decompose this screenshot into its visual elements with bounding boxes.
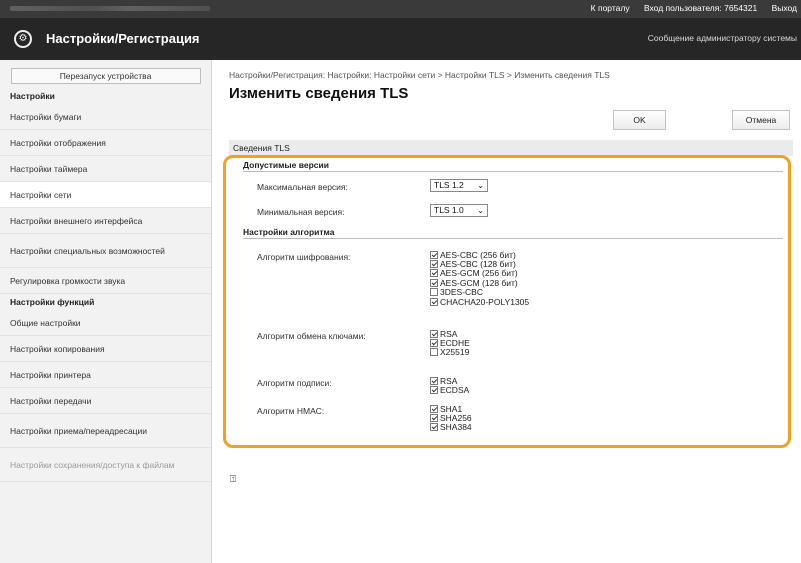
- sidebar-section-functions: Настройки функций: [10, 297, 95, 307]
- back-to-top-icon[interactable]: ⍐: [230, 474, 236, 485]
- versions-divider: [243, 171, 783, 172]
- chevron-down-icon: ⌄: [477, 206, 484, 215]
- checkbox[interactable]: [430, 288, 438, 297]
- logout-link[interactable]: Выход: [772, 3, 797, 13]
- max-version-label: Максимальная версия:: [257, 182, 348, 192]
- cancel-button[interactable]: Отмена: [732, 110, 790, 130]
- kex-label: Алгоритм обмена ключами:: [257, 331, 366, 341]
- kex-list: RSA ECDHE X25519: [430, 329, 470, 357]
- login-user-text: Вход пользователя: 7654321: [643, 3, 758, 13]
- page-title: Изменить сведения TLS: [229, 85, 409, 102]
- sidebar-item-store-access[interactable]: Настройки сохранения/доступа к файлам: [0, 448, 211, 482]
- min-version-value: TLS 1.0: [434, 205, 464, 215]
- max-version-select[interactable]: TLS 1.2 ⌄: [430, 179, 488, 192]
- cipher-option[interactable]: AES-CBC (256 бит): [430, 250, 529, 260]
- cipher-label: Алгоритм шифрования:: [257, 252, 351, 262]
- hmac-option[interactable]: SHA1: [430, 404, 472, 414]
- kex-option[interactable]: ECDHE: [430, 338, 470, 348]
- checkbox[interactable]: [430, 329, 438, 338]
- cipher-option[interactable]: AES-GCM (256 бит): [430, 268, 529, 278]
- min-version-select[interactable]: TLS 1.0 ⌄: [430, 204, 488, 217]
- title-bar: ⚙ Настройки/Регистрация Сообщение админи…: [0, 18, 801, 60]
- sig-list: RSA ECDSA: [430, 376, 469, 395]
- checkbox[interactable]: [430, 386, 438, 395]
- chevron-down-icon: ⌄: [477, 181, 484, 190]
- cipher-option[interactable]: AES-CBC (128 бит): [430, 259, 529, 269]
- breadcrumb: Настройки/Регистрация: Настройки: Настро…: [229, 70, 610, 80]
- sidebar-item-paper[interactable]: Настройки бумаги: [0, 104, 211, 130]
- kex-option-label: X25519: [440, 347, 470, 358]
- hmac-option-label: SHA384: [440, 422, 472, 433]
- sig-option[interactable]: ECDSA: [430, 385, 470, 396]
- sidebar-item-display[interactable]: Настройки отображения: [0, 130, 211, 156]
- checkbox[interactable]: [430, 348, 438, 357]
- cipher-option[interactable]: 3DES-CBC: [430, 287, 529, 297]
- hmac-option[interactable]: SHA384: [430, 422, 472, 433]
- min-version-label: Минимальная версия:: [257, 207, 345, 217]
- admin-message-link[interactable]: Сообщение администратору системы: [648, 33, 797, 43]
- kex-option[interactable]: X25519: [430, 347, 470, 358]
- cipher-option[interactable]: CHACHA20-POLY1305: [430, 296, 530, 307]
- top-bar: К порталу Вход пользователя: 7654321 Вых…: [0, 0, 801, 18]
- sidebar-item-external-interface[interactable]: Настройки внешнего интерфейса: [0, 208, 211, 234]
- sidebar-item-receive-forward[interactable]: Настройки приема/переадресации: [0, 414, 211, 448]
- versions-title: Допустимые версии: [243, 160, 329, 170]
- sidebar: Перезапуск устройства Настройки Настройк…: [0, 60, 212, 563]
- sidebar-item-accessibility[interactable]: Настройки специальных возможностей: [0, 234, 211, 268]
- checkbox[interactable]: [430, 376, 438, 385]
- sidebar-item-volume[interactable]: Регулировка громкости звука: [0, 268, 211, 294]
- top-links: К порталу Вход пользователя: 7654321 Вых…: [579, 3, 797, 13]
- cipher-option-label: CHACHA20-POLY1305: [440, 296, 530, 307]
- checkbox[interactable]: [430, 404, 438, 413]
- kex-option[interactable]: RSA: [430, 329, 470, 339]
- main-content: Настройки/Регистрация: Настройки: Настро…: [213, 60, 801, 563]
- checkbox[interactable]: [430, 339, 438, 348]
- blurred-device-info: [10, 6, 210, 11]
- sig-option[interactable]: RSA: [430, 376, 469, 386]
- algorithm-title: Настройки алгоритма: [243, 227, 335, 237]
- app-title: Настройки/Регистрация: [46, 31, 200, 46]
- algorithm-divider: [243, 238, 783, 239]
- checkbox[interactable]: [430, 414, 438, 423]
- cipher-option[interactable]: AES-GCM (128 бит): [430, 278, 529, 288]
- checkbox[interactable]: [430, 278, 438, 287]
- sidebar-item-common[interactable]: Общие настройки: [0, 310, 211, 336]
- section-header: Сведения TLS: [229, 140, 793, 156]
- checkbox[interactable]: [430, 423, 438, 432]
- checkbox[interactable]: [430, 269, 438, 278]
- hmac-label: Алгоритм HMAC:: [257, 406, 325, 416]
- sidebar-item-timer[interactable]: Настройки таймера: [0, 156, 211, 182]
- sig-option-label: ECDSA: [440, 385, 470, 396]
- sidebar-item-network[interactable]: Настройки сети: [0, 182, 211, 208]
- sidebar-item-copy[interactable]: Настройки копирования: [0, 336, 211, 362]
- ok-button[interactable]: OK: [613, 110, 666, 130]
- cipher-list: AES-CBC (256 бит) AES-CBC (128 бит) AES-…: [430, 250, 530, 307]
- sidebar-section-settings: Настройки: [10, 91, 55, 101]
- sidebar-item-send[interactable]: Настройки передачи: [0, 388, 211, 414]
- portal-link[interactable]: К порталу: [591, 3, 630, 13]
- settings-gear-icon: ⚙: [14, 30, 32, 48]
- restart-device-button[interactable]: Перезапуск устройства: [10, 68, 201, 84]
- sidebar-item-printer[interactable]: Настройки принтера: [0, 362, 211, 388]
- hmac-option[interactable]: SHA256: [430, 413, 472, 423]
- sig-label: Алгоритм подписи:: [257, 378, 332, 388]
- checkbox[interactable]: [430, 250, 438, 259]
- hmac-list: SHA1 SHA256 SHA384: [430, 404, 472, 432]
- checkbox[interactable]: [430, 260, 438, 269]
- checkbox[interactable]: [430, 297, 438, 306]
- max-version-value: TLS 1.2: [434, 180, 464, 190]
